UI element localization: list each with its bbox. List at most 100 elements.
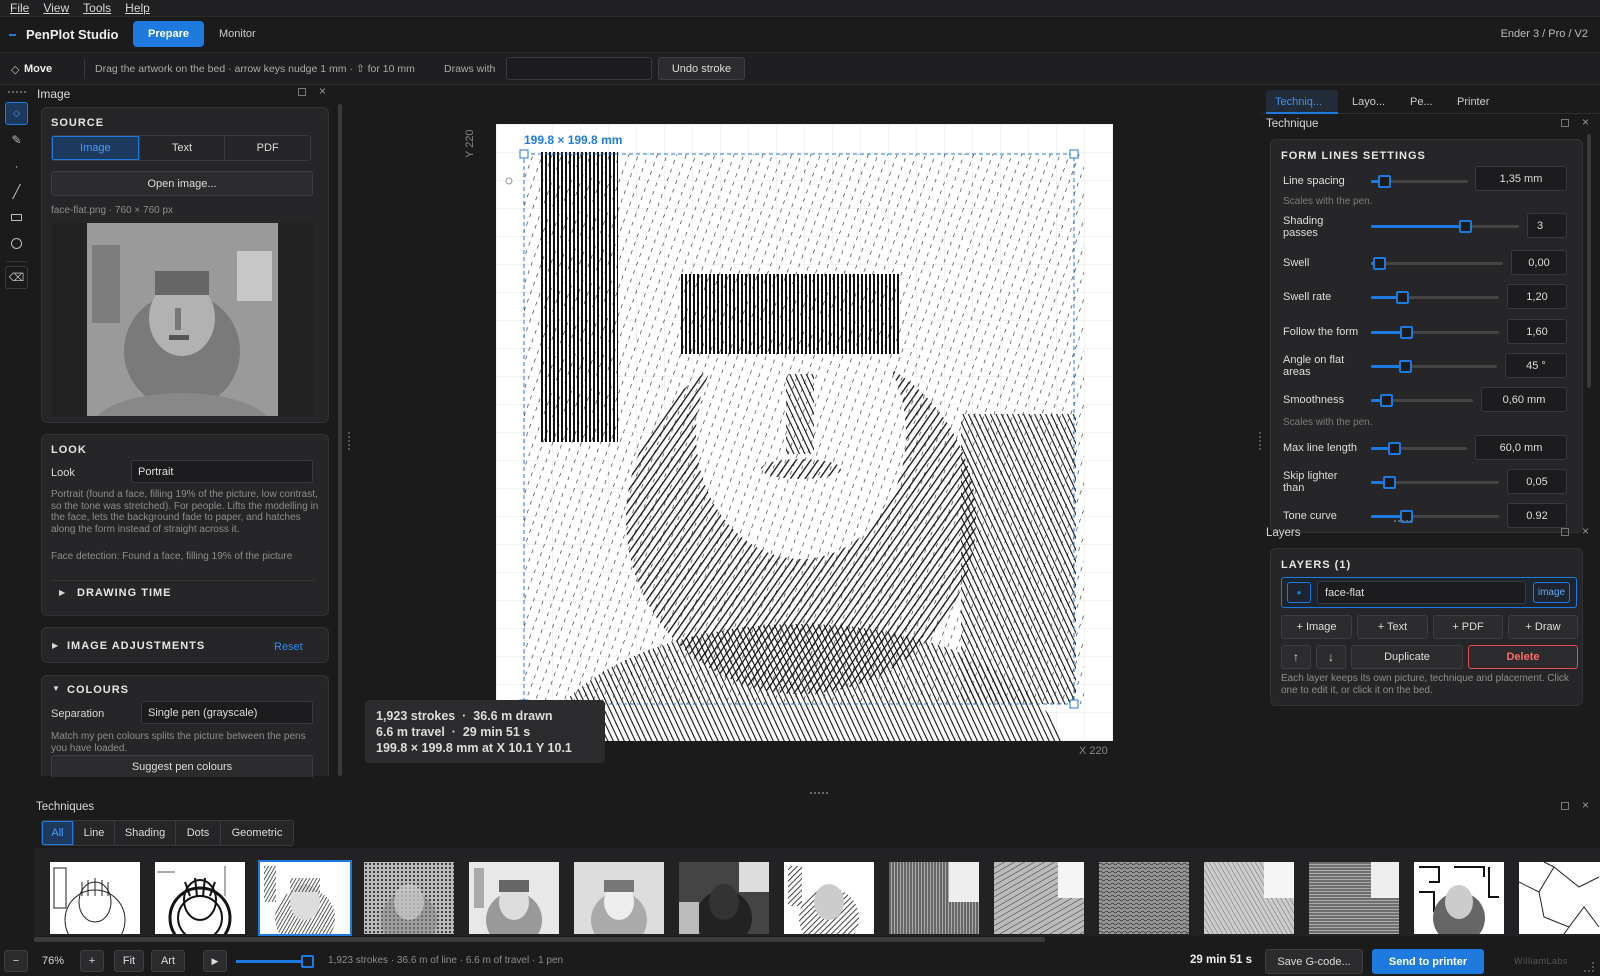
setting-value[interactable]: 0,05 bbox=[1507, 469, 1567, 494]
slider[interactable] bbox=[1371, 442, 1467, 455]
dot-tool-icon[interactable]: · bbox=[5, 154, 28, 177]
close-panel-icon[interactable]: × bbox=[319, 84, 326, 98]
menu-help[interactable]: Help bbox=[125, 1, 150, 15]
slider-knob[interactable] bbox=[1383, 476, 1396, 489]
move-layer-up-button[interactable]: ↑ bbox=[1281, 645, 1311, 669]
slider-knob[interactable] bbox=[1399, 360, 1412, 373]
filter-shading[interactable]: Shading bbox=[114, 821, 175, 845]
suggest-pen-colours-button[interactable]: Suggest pen colours bbox=[51, 755, 313, 777]
source-tab-image[interactable]: Image bbox=[52, 136, 139, 160]
technique-thumb-lines-horizontal[interactable] bbox=[1309, 862, 1399, 934]
technique-thumb-halftone[interactable] bbox=[574, 862, 664, 934]
tab-printer[interactable]: Printer bbox=[1457, 96, 1489, 108]
slider[interactable] bbox=[1371, 326, 1499, 339]
rectangle-tool-icon[interactable] bbox=[5, 206, 28, 229]
menu-file[interactable]: File bbox=[10, 1, 29, 15]
technique-thumb-contour[interactable] bbox=[155, 862, 245, 934]
undock-icon[interactable] bbox=[298, 88, 306, 96]
undo-stroke-button[interactable]: Undo stroke bbox=[658, 57, 745, 80]
zoom-in-button[interactable]: + bbox=[80, 950, 104, 972]
slider-knob[interactable] bbox=[1396, 291, 1409, 304]
circle-tool-icon[interactable] bbox=[5, 232, 28, 255]
pen-tool-icon[interactable]: ✎ bbox=[5, 128, 28, 151]
layer-visibility-icon[interactable]: ● bbox=[1287, 582, 1311, 603]
settings-scrollbar[interactable] bbox=[1587, 134, 1591, 388]
resize-corner-icon[interactable] bbox=[1584, 962, 1594, 972]
tab-prepare[interactable]: Prepare bbox=[133, 21, 204, 47]
splitter-handle[interactable] bbox=[348, 432, 350, 450]
technique-thumb-maze[interactable] bbox=[1414, 862, 1504, 934]
add-pdf-layer-button[interactable]: + PDF bbox=[1433, 615, 1503, 639]
technique-thumb-flow-field[interactable] bbox=[994, 862, 1084, 934]
filter-line[interactable]: Line bbox=[73, 821, 114, 845]
print-bed[interactable]: 199.8 × 199.8 mm bbox=[496, 124, 1113, 741]
resize-grip-icon[interactable] bbox=[1394, 520, 1412, 523]
draws-with-field[interactable] bbox=[506, 57, 652, 80]
filter-all[interactable]: All bbox=[42, 821, 73, 845]
move-tool-icon[interactable]: ◇ bbox=[5, 102, 28, 125]
image-adjustments-section[interactable]: ▶ IMAGE ADJUSTMENTS Reset bbox=[41, 627, 329, 663]
slider-knob[interactable] bbox=[1459, 220, 1472, 233]
undock-icon[interactable] bbox=[1561, 528, 1569, 536]
technique-thumb-spiral[interactable] bbox=[1204, 862, 1294, 934]
technique-thumb-dots[interactable] bbox=[469, 862, 559, 934]
tab-monitor[interactable]: Monitor bbox=[219, 28, 256, 40]
close-panel-icon[interactable]: × bbox=[1582, 798, 1589, 812]
filter-geometric[interactable]: Geometric bbox=[220, 821, 293, 845]
slider-knob[interactable] bbox=[1373, 257, 1386, 270]
playback-slider[interactable] bbox=[236, 955, 314, 968]
look-select[interactable]: Portrait bbox=[131, 460, 313, 483]
tab-pen[interactable]: Pe... bbox=[1410, 96, 1433, 108]
slider[interactable] bbox=[1371, 510, 1499, 523]
technique-thumb-crosshatch[interactable] bbox=[784, 862, 874, 934]
line-tool-icon[interactable]: ╱ bbox=[5, 180, 28, 203]
slider[interactable] bbox=[1371, 257, 1503, 270]
technique-thumb-form-lines[interactable] bbox=[258, 860, 352, 936]
setting-value[interactable]: 0,00 bbox=[1511, 250, 1567, 275]
technique-thumb-voronoi[interactable] bbox=[1519, 862, 1600, 934]
setting-value[interactable]: 0,60 mm bbox=[1481, 387, 1567, 412]
thumbnails-scrollbar[interactable] bbox=[34, 937, 1045, 942]
add-draw-layer-button[interactable]: + Draw bbox=[1508, 615, 1578, 639]
art-button[interactable]: Art bbox=[151, 950, 185, 972]
technique-thumb-outline[interactable] bbox=[50, 862, 140, 934]
slider[interactable] bbox=[1371, 476, 1499, 489]
menu-view[interactable]: View bbox=[43, 1, 69, 15]
layer-item[interactable]: ● face-flat image bbox=[1281, 577, 1577, 608]
setting-value[interactable]: 0.92 bbox=[1507, 503, 1567, 528]
layer-name[interactable]: face-flat bbox=[1317, 581, 1526, 604]
tab-technique[interactable]: Techniq... bbox=[1266, 90, 1338, 114]
technique-thumb-stipple[interactable] bbox=[364, 862, 454, 934]
reset-link[interactable]: Reset bbox=[274, 641, 303, 653]
separation-select[interactable]: Single pen (grayscale) bbox=[141, 701, 313, 724]
open-image-button[interactable]: Open image... bbox=[51, 171, 313, 196]
undock-icon[interactable] bbox=[1561, 119, 1569, 127]
slider-knob[interactable] bbox=[1378, 175, 1391, 188]
undock-icon[interactable] bbox=[1561, 802, 1569, 810]
duplicate-layer-button[interactable]: Duplicate bbox=[1351, 645, 1463, 669]
slider[interactable] bbox=[1371, 394, 1473, 407]
add-text-layer-button[interactable]: + Text bbox=[1357, 615, 1428, 639]
technique-thumb-waves[interactable] bbox=[1099, 862, 1189, 934]
slider[interactable] bbox=[1371, 175, 1468, 188]
send-to-printer-button[interactable]: Send to printer bbox=[1372, 949, 1484, 974]
fit-button[interactable]: Fit bbox=[114, 950, 144, 972]
setting-value[interactable]: 1,20 bbox=[1507, 284, 1567, 309]
source-tab-text[interactable]: Text bbox=[138, 136, 225, 160]
technique-thumb-dither[interactable] bbox=[679, 862, 769, 934]
save-gcode-button[interactable]: Save G-code... bbox=[1265, 949, 1363, 974]
slider[interactable] bbox=[1371, 360, 1497, 373]
close-panel-icon[interactable]: × bbox=[1582, 115, 1589, 129]
slider-knob[interactable] bbox=[1380, 394, 1393, 407]
eraser-tool-icon[interactable]: ⌫ bbox=[5, 266, 28, 289]
resize-grip-icon[interactable] bbox=[810, 792, 828, 795]
setting-value[interactable]: 3 bbox=[1527, 213, 1567, 238]
tab-layout[interactable]: Layo... bbox=[1352, 96, 1385, 108]
add-image-layer-button[interactable]: + Image bbox=[1281, 615, 1352, 639]
drawing-time-toggle[interactable]: ▶ DRAWING TIME bbox=[51, 580, 316, 602]
source-tab-pdf[interactable]: PDF bbox=[224, 136, 310, 160]
menu-tools[interactable]: Tools bbox=[83, 1, 111, 15]
slider-knob[interactable] bbox=[1400, 326, 1413, 339]
zoom-out-button[interactable]: − bbox=[4, 950, 28, 972]
technique-thumb-scribble[interactable] bbox=[889, 862, 979, 934]
